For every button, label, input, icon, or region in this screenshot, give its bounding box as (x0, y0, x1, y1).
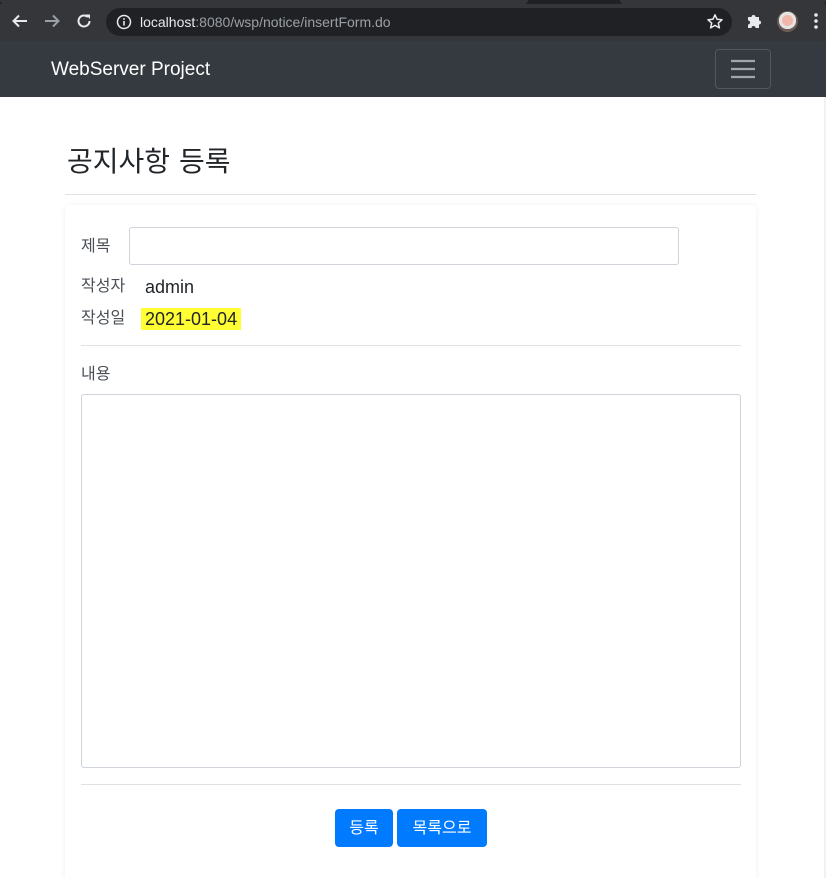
writer-label: 작성자 (81, 276, 126, 295)
writer-value: admin (145, 277, 195, 297)
forward-arrow-icon[interactable] (40, 9, 64, 33)
url-host: localhost (140, 14, 196, 30)
tab-strip (0, 0, 826, 4)
content-textarea[interactable] (81, 394, 741, 768)
submit-button[interactable]: 등록 (335, 809, 393, 847)
vertical-dots-icon[interactable] (813, 11, 819, 31)
content-label: 내용 (81, 364, 111, 383)
title-label: 제목 (81, 236, 111, 255)
title-divider (65, 194, 756, 195)
footer-divider (81, 784, 741, 785)
tab-edge[interactable] (620, 0, 826, 4)
back-arrow-icon[interactable] (8, 9, 32, 33)
back-to-list-button[interactable]: 목록으로 (397, 809, 487, 847)
navbar-brand[interactable]: WebServer Project (51, 58, 210, 82)
navbar-toggler-button[interactable] (715, 49, 771, 89)
url-text[interactable]: localhost:8080/wsp/notice/insertForm.do (140, 14, 391, 30)
meta-divider (81, 345, 741, 346)
date-label: 작성일 (81, 308, 126, 327)
browser-toolbar: localhost:8080/wsp/notice/insertForm.do (0, 0, 826, 41)
active-tab-edge[interactable] (0, 0, 528, 4)
site-navbar: WebServer Project (0, 41, 826, 97)
info-icon[interactable] (116, 14, 132, 30)
hamburger-icon (731, 59, 755, 79)
puzzle-icon[interactable] (745, 12, 763, 30)
url-path: :8080/wsp/notice/insertForm.do (195, 14, 391, 30)
title-input[interactable] (129, 227, 679, 265)
date-value: 2021-01-04 (141, 308, 242, 330)
star-icon[interactable] (706, 13, 724, 31)
page-title: 공지사항 등록 (67, 145, 231, 178)
profile-avatar[interactable] (777, 11, 798, 32)
reload-icon[interactable] (72, 9, 96, 33)
address-bar[interactable]: localhost:8080/wsp/notice/insertForm.do (106, 8, 732, 36)
